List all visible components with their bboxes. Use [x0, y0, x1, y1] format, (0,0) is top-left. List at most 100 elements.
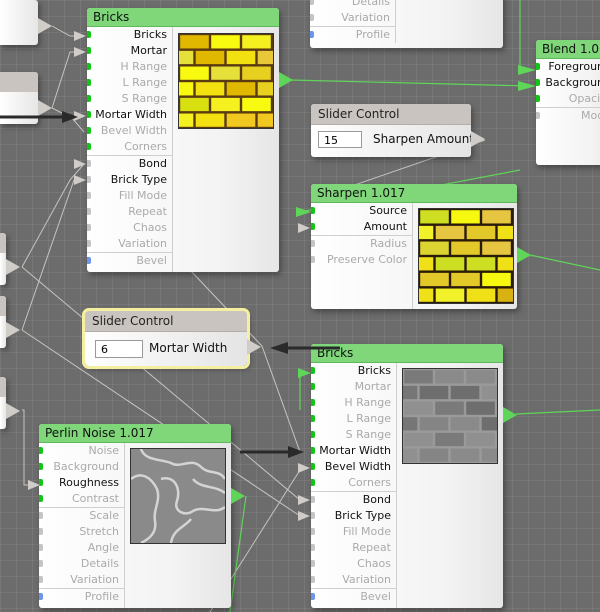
port-bond[interactable]: Bond [87, 155, 172, 172]
port-dot[interactable] [311, 447, 315, 454]
port-brick-type[interactable]: Brick Type [311, 508, 396, 524]
port-repeat[interactable]: Repeat [87, 204, 172, 220]
port-dot[interactable] [39, 463, 43, 470]
port-stretch[interactable]: Stretch [39, 524, 124, 540]
port-dot[interactable] [536, 112, 540, 119]
node-title[interactable]: Perlin Noise 1.017 [39, 424, 231, 443]
port-dot[interactable] [87, 192, 91, 199]
port-corners[interactable]: Corners [311, 475, 396, 491]
port-dot[interactable] [87, 224, 91, 231]
node-title[interactable]: Blend 1.005 [536, 40, 600, 59]
port-angle[interactable]: Angle [39, 540, 124, 556]
port-dot[interactable] [87, 208, 91, 215]
port-preserve-color[interactable]: Preserve Color [311, 252, 412, 268]
output-arrow[interactable] [38, 18, 52, 34]
port-mode[interactable]: Mode [536, 107, 600, 124]
port-dot[interactable] [311, 399, 315, 406]
port-background[interactable]: Background [39, 459, 124, 475]
port-dot[interactable] [536, 95, 540, 102]
port-roughness[interactable]: Roughness [39, 475, 124, 491]
port-dot[interactable] [311, 512, 315, 519]
port-background[interactable]: Background [536, 75, 600, 91]
partial-node-top[interactable]: Details Variation Profile [310, 0, 503, 48]
port-bricks[interactable]: Bricks [311, 363, 396, 379]
port-dot[interactable] [311, 207, 315, 214]
port-profile[interactable]: Profile [39, 588, 124, 605]
output-arrow[interactable] [6, 322, 20, 338]
sharpen-amount-input[interactable]: 15 [318, 131, 362, 148]
port-dot[interactable] [311, 496, 315, 503]
output-arrow[interactable] [38, 100, 52, 116]
port-dot[interactable] [536, 79, 540, 86]
port-dot[interactable] [87, 240, 91, 247]
port-h-range[interactable]: H Range [87, 59, 172, 75]
port-dot[interactable] [87, 79, 91, 86]
port-chaos[interactable]: Chaos [311, 556, 396, 572]
port-dot[interactable] [310, 14, 314, 21]
node-title[interactable]: Sharpen 1.017 [311, 184, 517, 203]
port-dot[interactable] [39, 528, 43, 535]
port-dot[interactable] [39, 495, 43, 502]
offscreen-node-2[interactable] [0, 72, 38, 124]
port-mortar[interactable]: Mortar [311, 379, 396, 395]
slider-title[interactable]: Slider Control [311, 104, 471, 125]
port-dot[interactable] [39, 544, 43, 551]
port-noise[interactable]: Noise [39, 443, 124, 459]
port-dot[interactable] [311, 256, 315, 263]
port-dot[interactable] [311, 383, 315, 390]
port-dot[interactable] [87, 143, 91, 150]
port-repeat[interactable]: Repeat [311, 540, 396, 556]
port-dot[interactable] [39, 479, 43, 486]
output-arrow[interactable] [6, 259, 20, 275]
port-s-range[interactable]: S Range [87, 91, 172, 107]
offscreen-node-1[interactable] [0, 0, 38, 45]
port-brick-type[interactable]: Brick Type [87, 172, 172, 188]
output-arrow[interactable] [503, 407, 517, 423]
port-s-range[interactable]: S Range [311, 427, 396, 443]
port-dot[interactable] [311, 528, 315, 535]
blend-node[interactable]: Blend 1.005 Foreground Background Opacity M… [536, 40, 600, 165]
node-title[interactable]: Bricks [87, 8, 279, 27]
mortar-width-input[interactable]: 6 [95, 340, 143, 358]
port-source[interactable]: Source [311, 203, 412, 219]
port-dot[interactable] [87, 63, 91, 70]
bricks-node-bottom[interactable]: Bricks Bricks Mortar H Range L Range S Range… [311, 344, 503, 608]
port-dot[interactable] [87, 111, 91, 118]
port-opacity[interactable]: Opacity [536, 91, 600, 107]
port-dot[interactable] [87, 257, 91, 264]
output-arrow[interactable] [231, 488, 245, 504]
port-mortar[interactable]: Mortar [87, 43, 172, 59]
port-dot[interactable] [310, 31, 314, 38]
port-bevel[interactable]: Bevel [311, 588, 396, 605]
output-arrow[interactable] [247, 339, 261, 355]
slider-control-sharpen-amount[interactable]: Slider Control 15 Sharpen Amount [311, 104, 474, 157]
port-dot[interactable] [311, 463, 315, 470]
port-dot[interactable] [536, 63, 540, 70]
port-dot[interactable] [39, 447, 43, 454]
slider-title[interactable]: Slider Control [85, 311, 247, 332]
port-fill-mode[interactable]: Fill Mode [87, 188, 172, 204]
port-dot[interactable] [311, 560, 315, 567]
port-variation[interactable]: Variation [39, 572, 124, 588]
port-variation[interactable]: Variation [311, 572, 396, 588]
port-h-range[interactable]: H Range [311, 395, 396, 411]
port-dot[interactable] [87, 160, 91, 167]
port-dot[interactable] [310, 0, 314, 5]
port-variation[interactable]: Variation [310, 10, 395, 26]
port-dot[interactable] [311, 544, 315, 551]
port-dot[interactable] [87, 127, 91, 134]
port-details[interactable]: Details [39, 556, 124, 572]
port-details[interactable]: Details [310, 0, 395, 10]
port-dot[interactable] [87, 95, 91, 102]
port-dot[interactable] [311, 431, 315, 438]
port-dot[interactable] [311, 240, 315, 247]
port-dot[interactable] [311, 593, 315, 600]
port-dot[interactable] [39, 576, 43, 583]
port-dot[interactable] [39, 593, 43, 600]
output-arrow[interactable] [471, 131, 485, 147]
port-dot[interactable] [311, 415, 315, 422]
port-bevel-width[interactable]: Bevel Width [311, 459, 396, 475]
port-contrast[interactable]: Contrast [39, 491, 124, 507]
port-fill-mode[interactable]: Fill Mode [311, 524, 396, 540]
port-corners[interactable]: Corners [87, 139, 172, 155]
